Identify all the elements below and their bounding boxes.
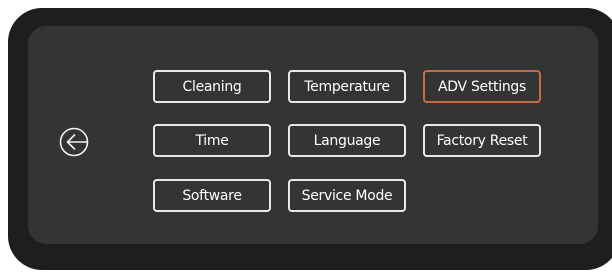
- back-button[interactable]: [58, 126, 90, 158]
- service-mode-button[interactable]: Service Mode: [288, 179, 406, 212]
- time-button[interactable]: Time: [153, 124, 271, 157]
- software-button[interactable]: Software: [153, 179, 271, 212]
- temperature-button[interactable]: Temperature: [288, 70, 406, 103]
- adv-settings-button[interactable]: ADV Settings: [423, 70, 541, 103]
- language-button[interactable]: Language: [288, 124, 406, 157]
- cleaning-button[interactable]: Cleaning: [153, 70, 271, 103]
- arrow-left-circle-icon: [59, 127, 89, 157]
- factory-reset-button[interactable]: Factory Reset: [423, 124, 541, 157]
